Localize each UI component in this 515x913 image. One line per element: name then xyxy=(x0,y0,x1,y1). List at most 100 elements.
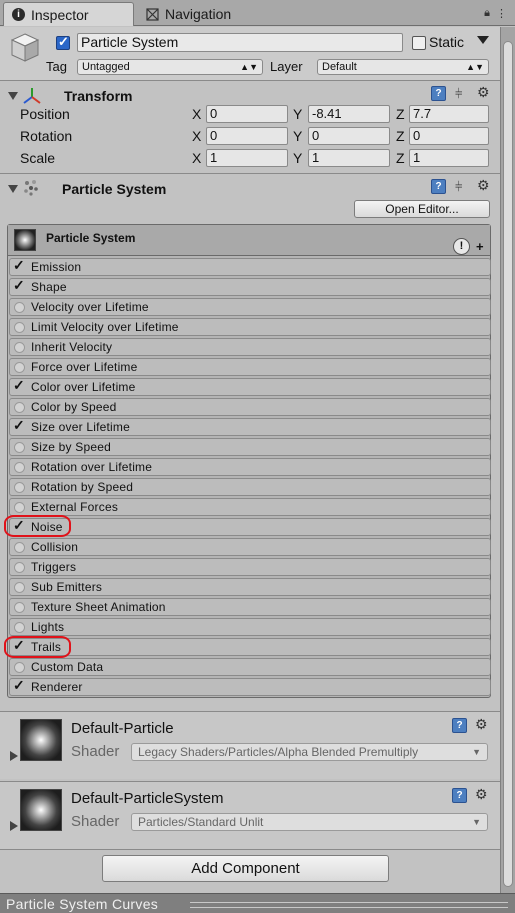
gear-icon[interactable]: ⚙ xyxy=(477,178,492,193)
plus-icon[interactable]: + xyxy=(476,239,484,254)
module-size-by-speed[interactable]: Size by Speed xyxy=(9,438,491,456)
shader-dropdown[interactable]: Legacy Shaders/Particles/Alpha Blended P… xyxy=(131,743,488,761)
foldout-expanded-icon[interactable] xyxy=(8,92,18,100)
scrollbar-thumb[interactable] xyxy=(503,41,513,887)
module-velocity-over-lifetime[interactable]: Velocity over Lifetime xyxy=(9,298,491,316)
module-color-by-speed[interactable]: Color by Speed xyxy=(9,398,491,416)
module-disabled-toggle-icon[interactable] xyxy=(14,622,25,633)
module-disabled-toggle-icon[interactable] xyxy=(14,602,25,613)
book-help-icon[interactable]: ? xyxy=(452,788,467,803)
gear-icon[interactable]: ⚙ xyxy=(475,787,490,802)
module-disabled-toggle-icon[interactable] xyxy=(14,502,25,513)
module-collision[interactable]: Collision xyxy=(9,538,491,556)
module-renderer[interactable]: ✓ Renderer xyxy=(9,677,491,696)
open-editor-button[interactable]: Open Editor... xyxy=(354,200,490,218)
window-menu[interactable]: 🔒︎ ⋮ xyxy=(484,7,507,20)
module-limit-velocity-over-lifetime[interactable]: Limit Velocity over Lifetime xyxy=(9,318,491,336)
module-triggers[interactable]: Triggers xyxy=(9,558,491,576)
module-disabled-toggle-icon[interactable] xyxy=(14,302,25,313)
module-texture-sheet-animation[interactable]: Texture Sheet Animation xyxy=(9,598,491,616)
tab-inspector[interactable]: i Inspector xyxy=(3,2,134,26)
module-disabled-toggle-icon[interactable] xyxy=(14,582,25,593)
particle-modules-header[interactable]: Particle System ! + xyxy=(8,225,490,256)
module-color-over-lifetime[interactable]: ✓ Color over Lifetime xyxy=(9,377,491,396)
menu-icon[interactable]: ⋮ xyxy=(496,7,507,20)
book-help-icon[interactable]: ? xyxy=(431,179,446,194)
module-shape[interactable]: ✓ Shape xyxy=(9,277,491,296)
module-enabled-checkmark-icon[interactable]: ✓ xyxy=(13,677,25,694)
module-disabled-toggle-icon[interactable] xyxy=(14,462,25,473)
module-sub-emitters[interactable]: Sub Emitters xyxy=(9,578,491,596)
module-lights[interactable]: Lights xyxy=(9,618,491,636)
foldout-expanded-icon[interactable] xyxy=(8,185,18,193)
module-disabled-toggle-icon[interactable] xyxy=(14,322,25,333)
module-disabled-toggle-icon[interactable] xyxy=(14,562,25,573)
module-disabled-toggle-icon[interactable] xyxy=(14,482,25,493)
rotation-y-field[interactable]: 0 xyxy=(308,127,390,145)
module-trails[interactable]: ✓ Trails xyxy=(9,637,491,656)
scale-x-field[interactable]: 1 xyxy=(206,149,288,167)
module-enabled-checkmark-icon[interactable]: ✓ xyxy=(13,417,25,434)
add-component-button[interactable]: Add Component xyxy=(102,855,389,882)
module-external-forces[interactable]: External Forces xyxy=(9,498,491,516)
static-checkbox[interactable] xyxy=(412,36,426,50)
resize-grip[interactable] xyxy=(190,902,508,908)
module-enabled-checkmark-icon[interactable]: ✓ xyxy=(13,277,25,294)
axis-z-label: Z xyxy=(396,106,405,122)
static-dropdown-arrow[interactable] xyxy=(477,36,489,44)
axis-z-label: Z xyxy=(396,128,405,144)
module-label: Lights xyxy=(31,620,65,634)
gameobject-name-field[interactable]: Particle System xyxy=(77,33,403,52)
rotation-z-field[interactable]: 0 xyxy=(409,127,489,145)
module-disabled-toggle-icon[interactable] xyxy=(14,402,25,413)
module-disabled-toggle-icon[interactable] xyxy=(14,362,25,373)
module-disabled-toggle-icon[interactable] xyxy=(14,442,25,453)
gameobject-cube-icon xyxy=(10,33,40,62)
gear-icon[interactable]: ⚙ xyxy=(475,717,490,732)
rotation-x-field[interactable]: 0 xyxy=(206,127,288,145)
axis-y-label: Y xyxy=(293,150,303,166)
curves-panel-header[interactable]: Particle System Curves xyxy=(0,893,515,913)
scale-y-field[interactable]: 1 xyxy=(308,149,390,167)
lock-icon[interactable]: 🔒︎ xyxy=(484,7,490,20)
foldout-collapsed-icon[interactable] xyxy=(10,821,18,831)
module-rotation-by-speed[interactable]: Rotation by Speed xyxy=(9,478,491,496)
module-rotation-over-lifetime[interactable]: Rotation over Lifetime xyxy=(9,458,491,476)
book-help-icon[interactable]: ? xyxy=(431,86,446,101)
gameobject-active-checkbox[interactable] xyxy=(56,34,70,50)
sliders-icon[interactable]: ⫩ xyxy=(455,86,470,101)
position-x-field[interactable]: 0 xyxy=(206,105,288,123)
module-emission[interactable]: ✓ Emission xyxy=(9,257,491,276)
position-y-field[interactable]: -8.41 xyxy=(308,105,390,123)
rotation-label: Rotation xyxy=(20,128,73,144)
module-noise[interactable]: ✓ Noise xyxy=(9,517,491,536)
module-disabled-toggle-icon[interactable] xyxy=(14,542,25,553)
module-enabled-checkmark-icon[interactable]: ✓ xyxy=(13,377,25,394)
tag-dropdown[interactable]: Untagged ▲▼ xyxy=(77,59,263,75)
module-force-over-lifetime[interactable]: Force over Lifetime xyxy=(9,358,491,376)
gear-icon[interactable]: ⚙ xyxy=(477,85,492,100)
sliders-icon[interactable]: ⫩ xyxy=(455,179,470,194)
inspector-scrollbar[interactable] xyxy=(500,27,515,893)
info-warning-icon[interactable]: ! xyxy=(453,238,470,255)
particle-preview-icon xyxy=(14,229,36,251)
module-disabled-toggle-icon[interactable] xyxy=(14,342,25,353)
module-custom-data[interactable]: Custom Data xyxy=(9,658,491,676)
shader-dropdown[interactable]: Particles/Standard Unlit ▼ xyxy=(131,813,488,831)
tab-navigation[interactable]: Navigation xyxy=(140,2,280,26)
scale-z-field[interactable]: 1 xyxy=(409,149,489,167)
module-enabled-checkmark-icon[interactable]: ✓ xyxy=(13,257,25,274)
axis-x-label: X xyxy=(192,150,202,166)
module-label: Force over Lifetime xyxy=(31,360,138,374)
particle-system-icon xyxy=(24,180,38,196)
layer-dropdown[interactable]: Default ▲▼ xyxy=(317,59,489,75)
module-size-over-lifetime[interactable]: ✓ Size over Lifetime xyxy=(9,417,491,436)
tab-inspector-label: Inspector xyxy=(31,6,89,23)
module-disabled-toggle-icon[interactable] xyxy=(14,662,25,673)
foldout-collapsed-icon[interactable] xyxy=(10,751,18,761)
book-help-icon[interactable]: ? xyxy=(452,718,467,733)
particle-modules-panel: Particle System ! + ✓ Emission ✓ Shape Veloc… xyxy=(7,224,491,698)
position-z-field[interactable]: 7.7 xyxy=(409,105,489,123)
module-inherit-velocity[interactable]: Inherit Velocity xyxy=(9,338,491,356)
particle-system-header[interactable]: Particle System ? ⫩ ⚙ xyxy=(0,177,500,201)
